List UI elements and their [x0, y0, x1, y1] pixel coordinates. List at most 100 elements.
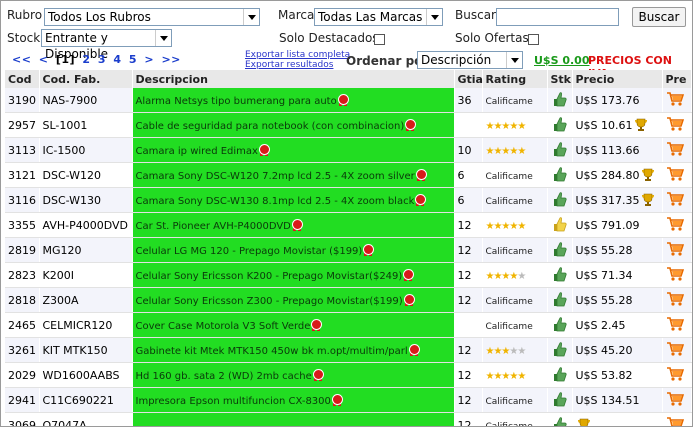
chevron-down-icon[interactable] — [506, 52, 522, 68]
cell-pre[interactable] — [662, 312, 692, 338]
rubro-select[interactable]: Todos Los Rubros — [44, 8, 260, 26]
cell-pre[interactable] — [662, 412, 692, 427]
table-row[interactable]: 3190 NAS-7900 Alarma Netsys tipo bumerang … — [5, 88, 692, 113]
cell-descripcion[interactable]: Celular LG MG 120 - Prepago Movistar ($1… — [132, 237, 455, 263]
header-pre[interactable]: Pre — [662, 70, 692, 88]
table-row[interactable]: 2819 MG120 Celular LG MG 120 - Prepago Mov… — [5, 237, 692, 263]
cell-pre[interactable] — [662, 262, 692, 288]
header-precio[interactable]: Precio — [572, 70, 663, 88]
product-description[interactable]: Camara Sony DSC-W130 8.1mp lcd 2.5 - 4X … — [136, 196, 415, 207]
cell-pre[interactable] — [662, 187, 692, 213]
marca-select[interactable]: Todas Las Marcas — [314, 8, 443, 26]
destacados-checkbox[interactable] — [374, 34, 385, 45]
export-results-link[interactable]: Exportar resultados — [245, 60, 333, 70]
pager-last[interactable]: >> — [161, 53, 180, 66]
search-button[interactable]: Buscar — [632, 7, 686, 27]
stock-select[interactable]: Entrante y Disponible — [41, 29, 172, 61]
pager-page-4[interactable]: 4 — [113, 53, 121, 66]
cell-descripcion[interactable]: Camara Sony DSC-W130 8.1mp lcd 2.5 - 4X … — [132, 187, 455, 213]
rate-link[interactable]: Calificame — [486, 297, 533, 307]
rating-stars[interactable]: ★★★★★ — [486, 346, 527, 357]
cart-icon[interactable] — [666, 116, 684, 132]
header-stk[interactable]: Stk — [547, 70, 573, 88]
cell-pre[interactable] — [662, 287, 692, 313]
table-row[interactable]: 3121 DSC-W120 Camara Sony DSC-W120 7.2mp l… — [5, 162, 692, 188]
table-row[interactable]: 2823 K200I Celular Sony Ericsson K200 - Pr… — [5, 262, 692, 288]
cell-descripcion[interactable]: Hd 160 gb. sata 2 (WD) 2mb cache — [132, 362, 455, 388]
cell-pre[interactable] — [662, 112, 692, 138]
chevron-down-icon[interactable] — [155, 30, 171, 46]
cart-icon[interactable] — [666, 91, 684, 107]
cell-pre[interactable] — [662, 237, 692, 263]
cart-icon[interactable] — [666, 391, 684, 407]
cart-icon[interactable] — [666, 141, 684, 157]
chevron-down-icon[interactable] — [426, 9, 442, 25]
cart-icon[interactable] — [666, 416, 684, 427]
cell-descripcion[interactable]: Cover Case Motorola V3 Soft Verde — [132, 312, 455, 338]
table-row[interactable]: 3261 KIT MTK150 Gabinete kit Mtek MTK150 4… — [5, 337, 692, 363]
product-description[interactable]: Impresora Epson multifuncion CX-8300 — [136, 396, 331, 407]
cart-total[interactable]: U$S 0.00 — [534, 54, 589, 67]
product-description[interactable]: Car St. Pioneer AVH-P4000DVD — [136, 221, 291, 232]
cell-pre[interactable] — [662, 137, 692, 163]
rating-stars[interactable]: ★★★★★ — [486, 221, 527, 232]
cart-icon[interactable] — [666, 166, 684, 182]
pager-next[interactable]: > — [144, 53, 154, 66]
cart-icon[interactable] — [666, 216, 684, 232]
table-row[interactable]: 3069 Q7047A 12 Calificame — [5, 412, 692, 427]
table-row[interactable]: 2465 CELMICR120 Cover Case Motorola V3 Sof… — [5, 312, 692, 338]
product-description[interactable]: Celular Sony Ericsson K200 - Prepago Mov… — [136, 271, 403, 282]
cart-icon[interactable] — [666, 291, 684, 307]
pager-prev[interactable]: < — [39, 53, 49, 66]
cart-icon[interactable] — [666, 366, 684, 382]
table-row[interactable]: 2957 SL-1001 Cable de seguridad para noteb… — [5, 112, 692, 138]
product-description[interactable]: Gabinete kit Mtek MTK150 450w bk m.opt/m… — [136, 346, 408, 357]
cell-descripcion[interactable] — [132, 412, 455, 426]
export-list-link[interactable]: Exportar lista completa — [245, 50, 350, 60]
cell-descripcion[interactable]: Cable de seguridad para notebook (con co… — [132, 112, 455, 138]
rate-link[interactable]: Calificame — [486, 397, 533, 407]
cell-descripcion[interactable]: Impresora Epson multifuncion CX-8300 — [132, 387, 455, 413]
order-select[interactable]: Descripción — [417, 51, 523, 69]
cell-descripcion[interactable]: Car St. Pioneer AVH-P4000DVD — [132, 212, 455, 238]
product-description[interactable]: Cover Case Motorola V3 Soft Verde — [136, 321, 311, 332]
product-description[interactable]: Celular Sony Ericsson Z300 - Prepago Mov… — [136, 296, 403, 307]
product-description[interactable]: Alarma Netsys tipo bumerang para auto — [136, 96, 337, 107]
cart-icon[interactable] — [666, 341, 684, 357]
cell-descripcion[interactable]: Camara ip wired Edimax — [132, 137, 455, 163]
product-description[interactable]: Camara ip wired Edimax — [136, 146, 258, 157]
search-input[interactable] — [496, 8, 619, 26]
table-row[interactable]: 2818 Z300A Celular Sony Ericsson Z300 - Pr… — [5, 287, 692, 313]
table-row[interactable]: 3116 DSC-W130 Camara Sony DSC-W130 8.1mp l… — [5, 187, 692, 213]
product-description[interactable]: Cable de seguridad para notebook (con co… — [136, 121, 405, 132]
cell-pre[interactable] — [662, 337, 692, 363]
rating-stars[interactable]: ★★★★★ — [486, 271, 527, 282]
pager-page-3[interactable]: 3 — [98, 53, 106, 66]
header-gtia[interactable]: Gtia — [454, 70, 483, 88]
table-row[interactable]: 2029 WD1600AABS Hd 160 gb. sata 2 (WD) 2mb… — [5, 362, 692, 388]
rate-link[interactable]: Calificame — [486, 322, 533, 332]
cell-pre[interactable] — [662, 362, 692, 388]
rate-link[interactable]: Calificame — [486, 247, 533, 257]
cell-pre[interactable] — [662, 162, 692, 188]
rate-link[interactable]: Calificame — [486, 197, 533, 207]
pager-first[interactable]: << — [12, 53, 31, 66]
cart-icon[interactable] — [666, 316, 684, 332]
cell-descripcion[interactable]: Celular Sony Ericsson K200 - Prepago Mov… — [132, 262, 455, 288]
header-cod-fab[interactable]: Cod. Fab. — [39, 70, 133, 88]
chevron-down-icon[interactable] — [243, 9, 259, 25]
cart-icon[interactable] — [666, 241, 684, 257]
product-description[interactable]: Camara Sony DSC-W120 7.2mp lcd 2.5 - 4X … — [136, 171, 415, 182]
table-row[interactable]: 3113 IC-1500 Camara ip wired Edimax 10 ★★★★★… — [5, 137, 692, 163]
rate-link[interactable]: Calificame — [486, 172, 533, 182]
cell-descripcion[interactable]: Gabinete kit Mtek MTK150 450w bk m.opt/m… — [132, 337, 455, 363]
rate-link[interactable]: Calificame — [486, 97, 533, 107]
product-description[interactable]: Hd 160 gb. sata 2 (WD) 2mb cache — [136, 371, 312, 382]
rating-stars[interactable]: ★★★★★ — [486, 121, 527, 132]
cell-pre[interactable] — [662, 387, 692, 413]
cell-descripcion[interactable]: Alarma Netsys tipo bumerang para auto — [132, 88, 455, 113]
table-row[interactable]: 3355 AVH-P4000DVD Car St. Pioneer AVH-P400… — [5, 212, 692, 238]
cell-pre[interactable] — [662, 88, 692, 113]
pager-page-2[interactable]: 2 — [82, 53, 90, 66]
cell-descripcion[interactable]: Camara Sony DSC-W120 7.2mp lcd 2.5 - 4X … — [132, 162, 455, 188]
